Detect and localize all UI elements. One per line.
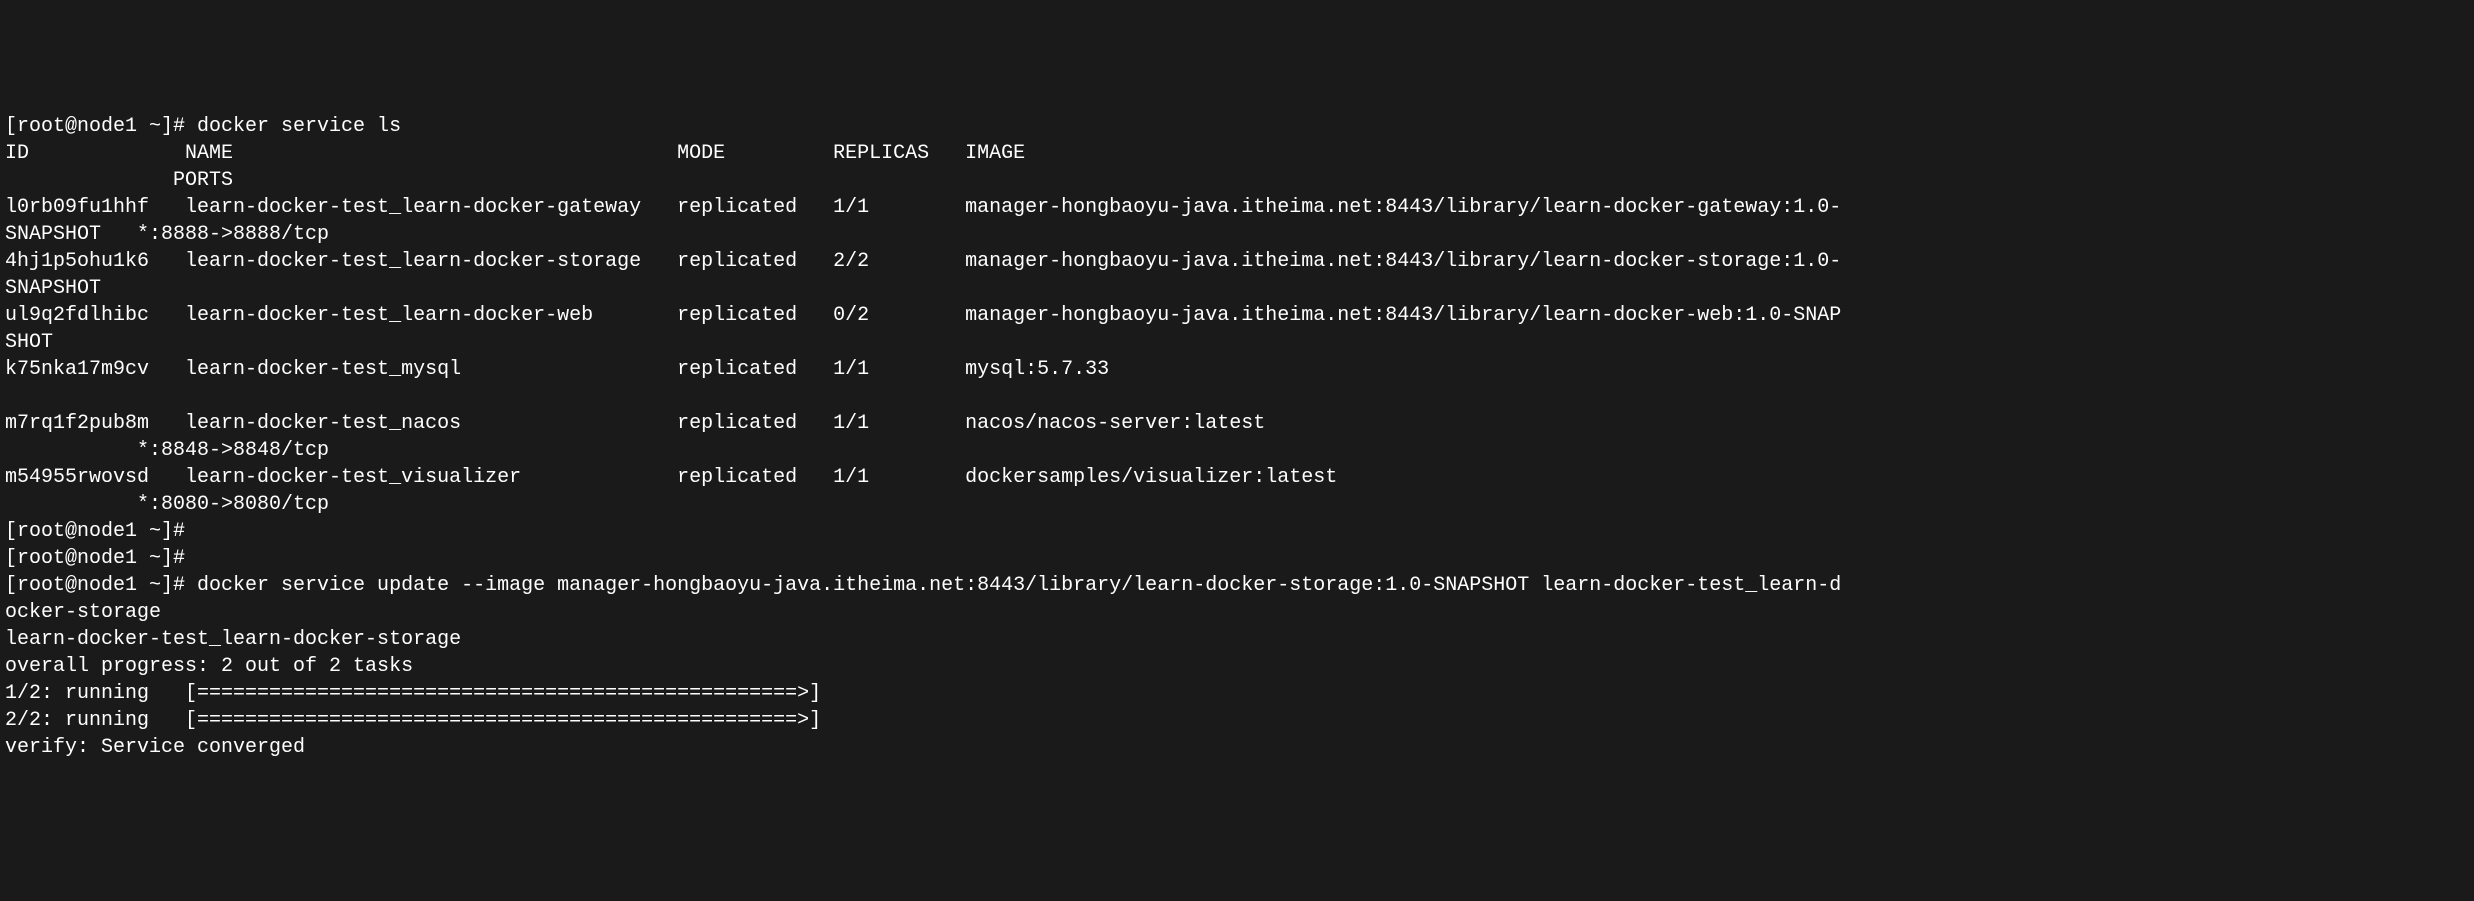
update-result: learn-docker-test_learn-docker-storage (5, 628, 461, 651)
progress-task-1: 1/2: running [==========================… (5, 682, 821, 705)
service-row-gateway-cont: SNAPSHOT *:8888->8888/tcp (5, 223, 329, 246)
table-header: ID NAME MODE REPLICAS IMAGE PORTS (5, 142, 1025, 192)
service-row-mysql: k75nka17m9cv learn-docker-test_mysql rep… (5, 358, 1109, 381)
verify-status: verify: Service converged (5, 736, 305, 759)
service-row-nacos: m7rq1f2pub8m learn-docker-test_nacos rep… (5, 412, 1265, 435)
service-row-storage-cont: SNAPSHOT (5, 277, 101, 300)
update-command-line2: ocker-storage (5, 601, 161, 624)
prompt-line-2: [root@node1 ~]# (5, 520, 185, 543)
service-row-nacos-cont: *:8848->8848/tcp (5, 439, 329, 462)
service-row-web-cont: SHOT (5, 331, 53, 354)
service-row-gateway: l0rb09fu1hhf learn-docker-test_learn-doc… (5, 196, 1841, 219)
progress-task-2: 2/2: running [==========================… (5, 709, 821, 732)
service-row-storage: 4hj1p5ohu1k6 learn-docker-test_learn-doc… (5, 250, 1841, 273)
progress-overall: overall progress: 2 out of 2 tasks (5, 655, 413, 678)
service-row-visualizer-cont: *:8080->8080/tcp (5, 493, 329, 516)
prompt-line-3: [root@node1 ~]# (5, 547, 185, 570)
terminal-output[interactable]: [root@node1 ~]# docker service ls ID NAM… (5, 113, 2469, 761)
service-row-web: ul9q2fdlhibc learn-docker-test_learn-doc… (5, 304, 1841, 327)
service-row-visualizer: m54955rwovsd learn-docker-test_visualize… (5, 466, 1337, 489)
update-command-line1: [root@node1 ~]# docker service update --… (5, 574, 1841, 597)
prompt-line-1: [root@node1 ~]# docker service ls (5, 115, 401, 138)
